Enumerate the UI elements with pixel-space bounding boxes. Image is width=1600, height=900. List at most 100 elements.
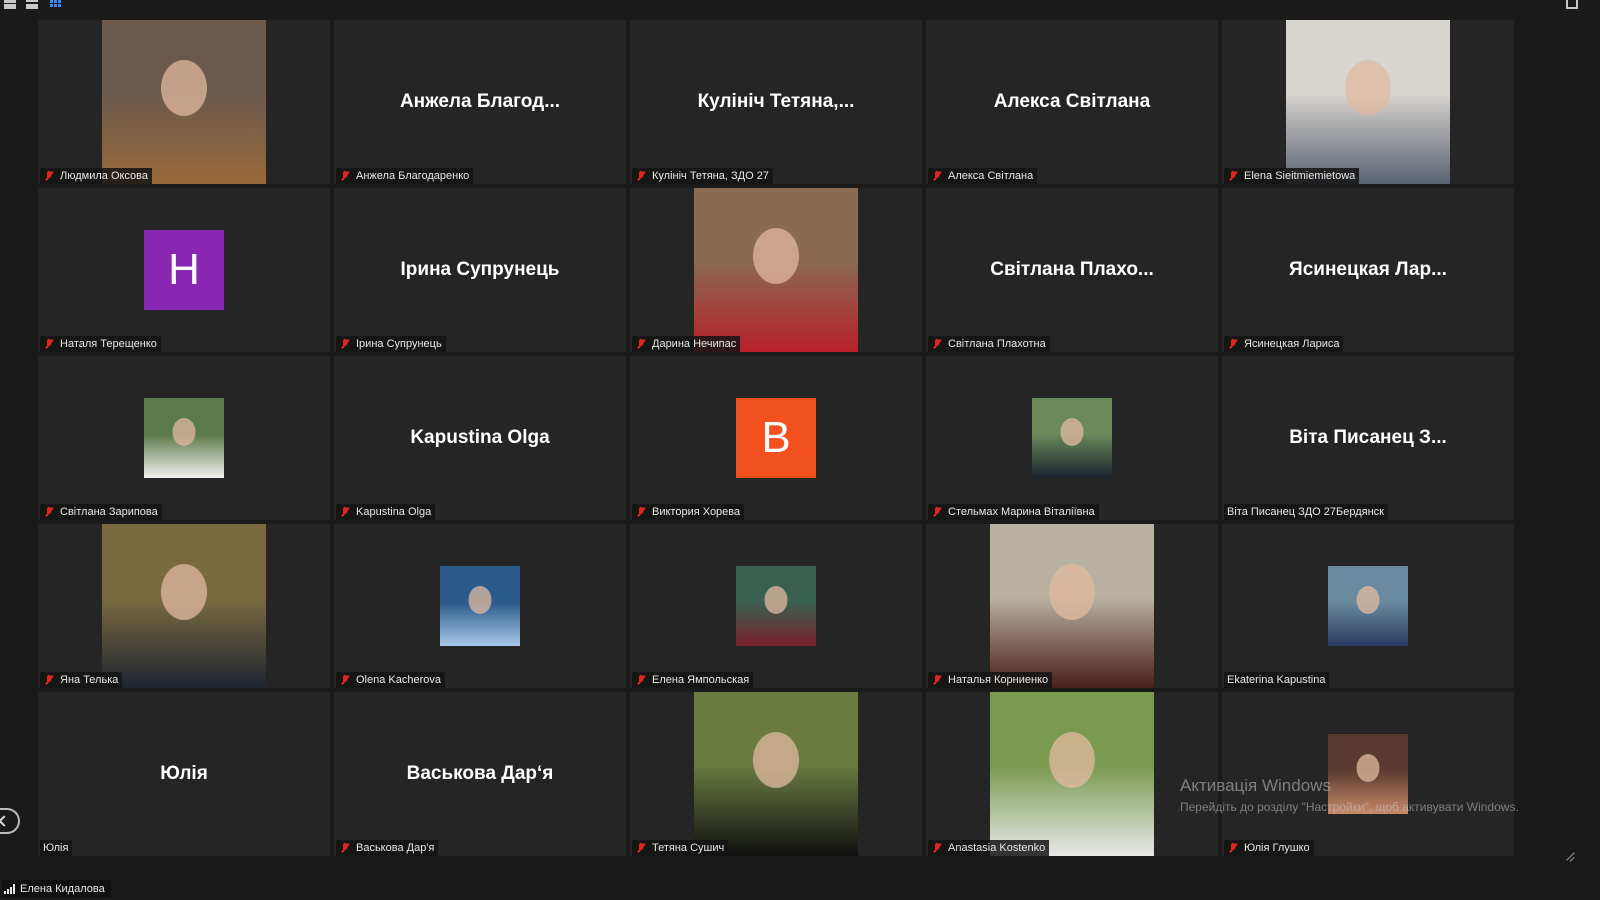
participant-display-name: Васькова Дар‘я [406,763,554,784]
participant-tile[interactable]: Тетяна Сушич [630,692,922,856]
participant-tile[interactable]: Кулініч Тетяна,... Кулініч Тетяна, ЗДО 27 [630,20,922,184]
participant-name-label: Стельмах Марина Віталіївна [928,504,1099,520]
mic-muted-icon [635,170,647,182]
resize-grip-icon[interactable] [1564,852,1574,862]
participant-name-label: Васькова Дар'я [336,840,439,856]
participant-video [694,188,858,352]
participant-profile-picture [736,566,816,646]
participant-name: Яна Телька [60,674,119,686]
participant-name-label: Елена Ямпольская [632,672,754,688]
mic-muted-icon [635,674,647,686]
person-silhouette [468,586,492,614]
participant-tile[interactable]: Алекса Світлана Алекса Світлана [926,20,1218,184]
strip-view-icon[interactable] [26,0,38,10]
participant-video [694,692,858,856]
zoom-gallery-window: Людмила Оксова Анжела Благод... Анжела Бла… [0,0,1600,900]
person-silhouette [161,60,207,116]
participant-display-name: Світлана Плахо... [990,259,1154,280]
participant-name-label: Юлія [40,840,73,856]
bottom-bar: Елена Кидалова [0,878,1600,900]
mic-muted-icon [931,842,943,854]
participant-display-name: Анжела Благод... [399,91,561,112]
participant-tile[interactable]: Стельмах Марина Віталіївна [926,356,1218,520]
participant-tile[interactable]: Яна Телька [38,524,330,688]
participant-tile[interactable]: Васькова Дар‘я Васькова Дар'я [334,692,626,856]
participant-name: Наталья Корниенко [948,674,1049,686]
gallery-view-icon[interactable] [50,0,62,10]
participant-tile[interactable]: Юлія Глушко [1222,692,1514,856]
participant-tile[interactable]: Світлана Плахо... Світлана Плахотна [926,188,1218,352]
participant-tile[interactable]: Ірина Супрунець Ірина Супрунець [334,188,626,352]
participant-tile[interactable]: Елена Ямпольская [630,524,922,688]
mic-muted-icon [1227,170,1239,182]
participant-profile-picture [144,398,224,478]
participant-name-label: Наталя Терещенко [40,336,161,352]
mic-muted-icon [339,674,351,686]
participant-name: Алекса Світлана [948,170,1034,182]
mic-muted-icon [635,506,647,518]
participant-name: Анжела Благодаренко [356,170,470,182]
participant-tile[interactable]: Ekaterina Kapustina [1222,524,1514,688]
mic-muted-icon [43,338,55,350]
participant-tile[interactable]: В Виктория Хорева [630,356,922,520]
participant-name-label: Дарина Нечипас [632,336,741,352]
participant-name: Elena Sieitmiemietowa [1244,170,1356,182]
participant-name: Юлія Глушко [1244,842,1310,854]
participant-name-label: Виктория Хорева [632,504,745,520]
participant-tile[interactable]: Дарина Нечипас [630,188,922,352]
mic-muted-icon [43,674,55,686]
participant-display-name: Віта Писанец З... [1289,427,1447,448]
participant-video [990,524,1154,688]
participant-tile[interactable]: Anastasia Kostenko [926,692,1218,856]
participant-name-label: Ірина Супрунець [336,336,446,352]
participant-display-name: Юлія [160,763,208,784]
participant-name-label: Anastasia Kostenko [928,840,1050,856]
participant-tile[interactable]: Юлія Юлія [38,692,330,856]
participant-tile[interactable]: Olena Kacherova [334,524,626,688]
connection-signal-icon [4,884,16,894]
participant-tile[interactable]: Наталья Корниенко [926,524,1218,688]
self-name: Елена Кидалова [20,883,105,895]
participant-video [102,524,266,688]
mic-muted-icon [931,674,943,686]
participant-name-label: Наталья Корниенко [928,672,1053,688]
speaker-view-icon[interactable] [4,0,16,10]
participant-tile[interactable]: Віта Писанец З... Віта Писанец ЗДО 27Берд… [1222,356,1514,520]
participant-tile[interactable]: Світлана Зарипова [38,356,330,520]
participant-name-label: Алекса Світлана [928,168,1038,184]
mic-muted-icon [339,338,351,350]
participant-name: Тетяна Сушич [652,842,725,854]
previous-page-button[interactable] [0,808,20,834]
person-silhouette [161,564,207,620]
mic-muted-icon [339,170,351,182]
participant-name: Ірина Супрунець [356,338,442,350]
participant-name-label: Кулініч Тетяна, ЗДО 27 [632,168,773,184]
participant-name: Стельмах Марина Віталіївна [948,506,1095,518]
participant-video [102,20,266,184]
mic-muted-icon [1227,842,1239,854]
participant-tile[interactable]: Kapustina Olga Kapustina Olga [334,356,626,520]
participant-name-label: Ekaterina Kapustina [1224,672,1330,688]
participant-profile-picture [440,566,520,646]
participant-name-label: Світлана Зарипова [40,504,162,520]
participant-name-label: Людмила Оксова [40,168,153,184]
mic-muted-icon [43,170,55,182]
avatar: В [736,398,816,478]
participant-tile[interactable]: Людмила Оксова [38,20,330,184]
participant-tile[interactable]: Elena Sieitmiemietowa [1222,20,1514,184]
participant-profile-picture [1328,566,1408,646]
participant-tile[interactable]: Ясинецкая Лар... Ясинецкая Лариса [1222,188,1514,352]
top-bar [0,0,1600,14]
mic-muted-icon [339,506,351,518]
participant-name: Елена Ямпольская [652,674,750,686]
participant-tile[interactable]: Н Наталя Терещенко [38,188,330,352]
person-silhouette [1049,564,1095,620]
participant-name: Ekaterina Kapustina [1227,674,1326,686]
exit-fullscreen-icon[interactable] [1566,0,1578,9]
participant-name-label: Юлія Глушко [1224,840,1314,856]
person-silhouette [753,732,799,788]
participant-video [1286,20,1450,184]
participant-tile[interactable]: Анжела Благод... Анжела Благодаренко [334,20,626,184]
mic-muted-icon [931,170,943,182]
mic-muted-icon [43,506,55,518]
